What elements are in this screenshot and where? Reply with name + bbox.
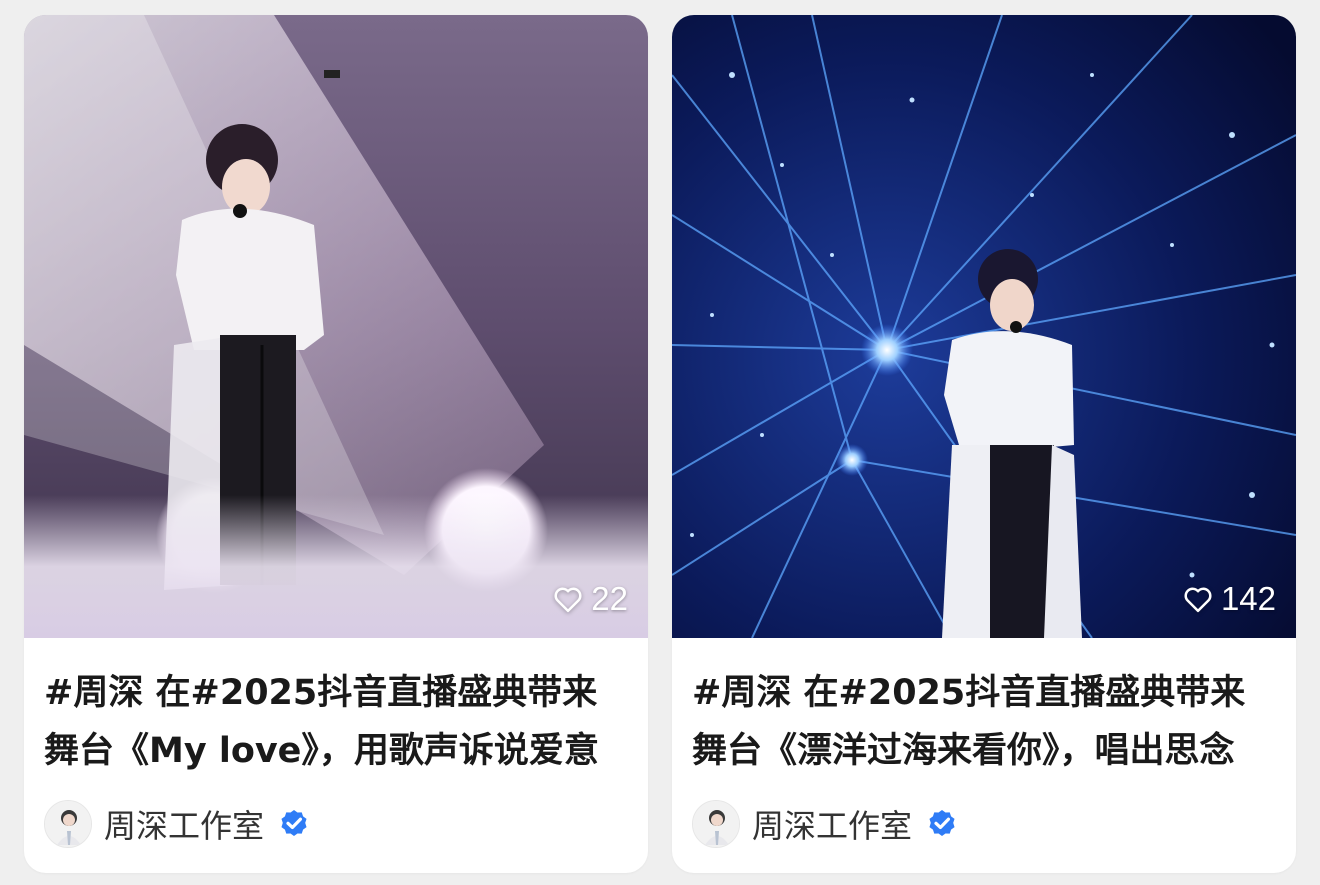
post-cover-image[interactable]: 142 bbox=[672, 15, 1296, 638]
author-avatar-image bbox=[693, 801, 739, 847]
verified-badge-icon bbox=[278, 808, 310, 840]
post-feed: 22 #周深 在#2025抖音直播盛典带来舞台《My love》，用歌声诉说爱意… bbox=[0, 0, 1320, 885]
avatar[interactable] bbox=[692, 800, 740, 848]
like-count-value: 142 bbox=[1220, 580, 1276, 617]
author-name[interactable]: 周深工作室 bbox=[104, 801, 264, 847]
post-card[interactable]: 22 #周深 在#2025抖音直播盛典带来舞台《My love》，用歌声诉说爱意… bbox=[24, 15, 648, 873]
post-title[interactable]: #周深 在#2025抖音直播盛典带来舞台《My love》，用歌声诉说爱意 bbox=[44, 664, 628, 780]
cover-photo-stage-pink bbox=[24, 15, 648, 638]
post-card[interactable]: 142 #周深 在#2025抖音直播盛典带来舞台《漂洋过海来看你》，唱出思念 周… bbox=[672, 15, 1296, 873]
verified-badge-icon bbox=[926, 808, 958, 840]
like-count[interactable]: 22 bbox=[553, 580, 628, 618]
author-info[interactable]: 周深工作室 bbox=[44, 800, 310, 848]
author-name[interactable]: 周深工作室 bbox=[752, 801, 912, 847]
heart-outline-icon bbox=[554, 587, 582, 613]
author-info[interactable]: 周深工作室 bbox=[692, 800, 958, 848]
author-avatar-image bbox=[45, 801, 91, 847]
like-count[interactable]: 142 bbox=[1183, 580, 1276, 618]
post-cover-image[interactable]: 22 bbox=[24, 15, 648, 638]
post-title[interactable]: #周深 在#2025抖音直播盛典带来舞台《漂洋过海来看你》，唱出思念 bbox=[692, 664, 1276, 780]
avatar[interactable] bbox=[44, 800, 92, 848]
heart-outline-icon bbox=[1184, 587, 1212, 613]
cover-photo-stage-blue bbox=[672, 15, 1296, 638]
like-count-value: 22 bbox=[591, 580, 628, 617]
